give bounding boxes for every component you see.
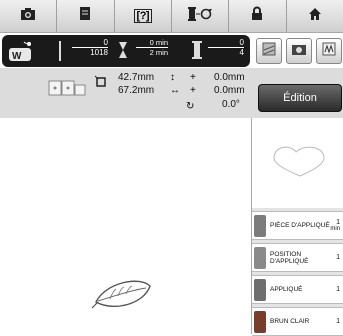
thread-count: 1 <box>336 254 340 261</box>
thread-spool-icon <box>192 41 202 64</box>
camera-button[interactable] <box>0 0 58 32</box>
fabric-icon <box>261 41 277 62</box>
fabric-view-button[interactable] <box>256 38 282 64</box>
lock-icon <box>251 6 263 26</box>
help-button[interactable]: [?] <box>114 0 172 32</box>
offset-vertical: 0.0mm <box>214 72 245 83</box>
embroidery-canvas[interactable] <box>0 118 252 334</box>
stitch-counter: 0 1018 <box>72 38 108 57</box>
vertical-arrow-icon: ↕ <box>170 72 175 83</box>
thread-name: BRUN CLAIR <box>270 318 310 325</box>
spool-swatch <box>254 278 266 301</box>
sewing-status-bar: W 0 1018 0 min 2 min 0 4 <box>2 35 250 67</box>
heart-outline-preview <box>273 146 325 177</box>
spool-swatch <box>254 214 266 237</box>
list-item[interactable]: APPLIQUÉ 1 <box>252 275 343 304</box>
home-icon <box>308 7 322 26</box>
home-button[interactable] <box>286 0 343 32</box>
time-current: 0 min <box>136 38 168 48</box>
color-current: 0 <box>208 38 244 48</box>
spool-swatch <box>254 246 266 269</box>
pattern-width: 42.7mm <box>118 72 155 83</box>
horizontal-arrow-icon: ↔ <box>170 85 180 96</box>
time-counter: 0 min 2 min <box>136 38 168 57</box>
thread-color-list: PIÈCE D'APPLIQUÉ 1 min POSITION D'APPLIQU… <box>252 208 343 336</box>
camera-view-button[interactable] <box>286 38 312 64</box>
thread-name: POSITION D'APPLIQUÉ <box>270 250 309 265</box>
view-buttons <box>256 35 342 67</box>
document-icon <box>79 6 91 26</box>
memory-button[interactable] <box>57 0 115 32</box>
edit-button[interactable]: Édition <box>258 84 342 112</box>
pattern-icon <box>321 41 337 62</box>
plus-sign-v: + <box>190 72 196 83</box>
thread-time-unit: min <box>330 226 340 232</box>
camera-icon <box>20 7 36 26</box>
needle-icon <box>57 41 63 66</box>
thread-count: 1 min <box>330 219 340 232</box>
size-icon <box>94 74 106 92</box>
camera-scan-icon <box>291 41 307 62</box>
stitch-total: 1018 <box>90 48 108 57</box>
spool-swatch <box>254 310 266 333</box>
help-icon: [?] <box>133 9 153 23</box>
lock-button[interactable] <box>229 0 287 32</box>
thread-count: 1 <box>336 318 340 325</box>
pattern-preview <box>252 118 343 209</box>
thread-count-value: 1 <box>336 219 340 226</box>
list-item[interactable]: PIÈCE D'APPLIQUÉ 1 min <box>252 211 343 240</box>
machine-mode-icon: W <box>8 39 34 68</box>
list-item[interactable]: BRUN CLAIR 1 <box>252 307 343 336</box>
offset-horizontal: 0.0mm <box>214 85 245 96</box>
thread-count: 1 <box>336 286 340 293</box>
svg-text:W: W <box>12 51 22 62</box>
color-total: 4 <box>239 48 244 57</box>
thread-icon <box>187 6 213 27</box>
pattern-view-button[interactable] <box>316 38 342 64</box>
thread-name: APPLIQUÉ <box>270 286 303 293</box>
plus-sign-h: + <box>190 85 196 96</box>
time-total: 2 min <box>149 48 168 57</box>
thread-name: PIÈCE D'APPLIQUÉ <box>270 222 330 229</box>
hoop-icon <box>48 80 88 101</box>
pattern-height: 67.2mm <box>118 85 155 96</box>
leaf-pattern <box>91 280 151 309</box>
thread-cut-button[interactable] <box>171 0 230 32</box>
rotate-icon: ↻ <box>186 101 195 112</box>
hourglass-icon <box>118 41 128 64</box>
list-item[interactable]: POSITION D'APPLIQUÉ 1 <box>252 243 343 272</box>
top-toolbar: [?] <box>0 0 343 33</box>
rotation-angle: 0.0° <box>222 99 240 110</box>
color-counter: 0 4 <box>208 38 244 57</box>
stitch-current: 0 <box>72 38 108 48</box>
